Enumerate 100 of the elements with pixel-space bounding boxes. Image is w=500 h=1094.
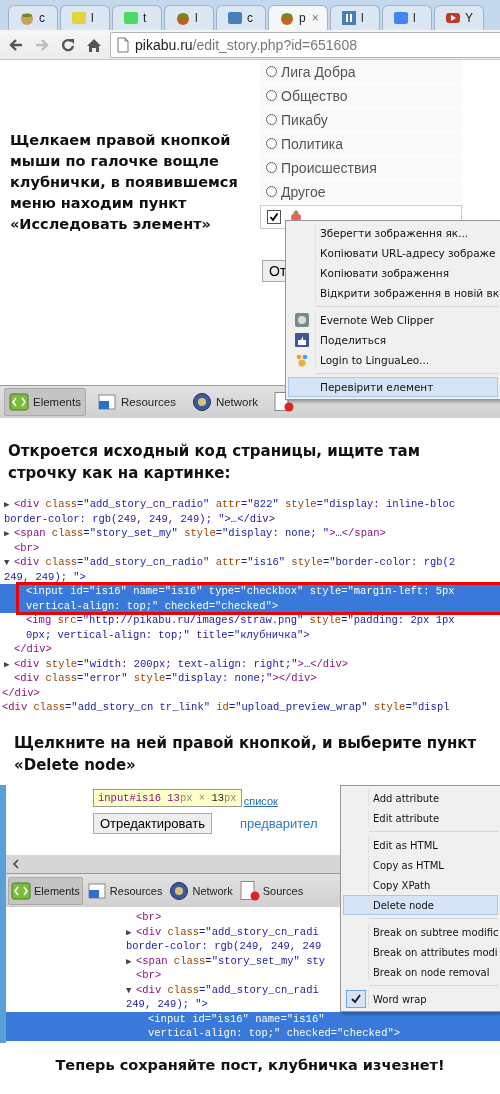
browser-tab[interactable]: t	[112, 5, 162, 30]
checkbox[interactable]	[267, 210, 281, 224]
menu-item[interactable]: Copy XPath	[343, 875, 498, 895]
menu-item[interactable]: Word wrap	[343, 989, 498, 1009]
radio-button[interactable]	[266, 186, 277, 197]
code-line[interactable]: ▼ <div class="add_story_cn_radio" attr="is16" style="border-color: rgb(2	[0, 555, 500, 570]
devtools-tab[interactable]: Elements	[4, 388, 86, 416]
radio-label: Другое	[281, 183, 326, 200]
browser-tab[interactable]: c	[8, 5, 58, 30]
window-icon	[96, 392, 117, 412]
tab-title: c	[39, 11, 45, 25]
menu-item-label: Edit attribute	[372, 812, 440, 824]
code-line[interactable]: <img src="http://pikabu.ru/images/straw.png" style="padding: 2px 1px	[0, 613, 500, 628]
caption: Щелкните на ней правой кнопкой, и выберите пункт «Delete node»	[13, 733, 478, 776]
radio-option[interactable]: Лига Добра	[260, 60, 462, 83]
code-line[interactable]: ▶ <span class="story_set_my" style="display: none; ">…</span>	[0, 526, 500, 541]
menu-item-label: Copy XPath	[372, 879, 431, 891]
menu-item-label: Break on attributes modi	[372, 946, 498, 958]
menu-item-label: Копіювати URL-адресу зображе	[319, 247, 496, 259]
code-line[interactable]: 0px; vertical-align: top;" title="клубничка">	[0, 627, 500, 642]
check-icon	[350, 993, 362, 1005]
browser-tab[interactable]: l	[382, 5, 432, 30]
browser-tab[interactable]: l	[330, 5, 380, 30]
radio-option[interactable]: Другое	[260, 180, 462, 203]
menu-item[interactable]: Copy as HTML	[343, 855, 498, 875]
code-line[interactable]: </div>	[0, 642, 500, 657]
back-arrow-icon	[8, 36, 24, 53]
menu-item[interactable]: Evernote Web Clipper	[288, 310, 498, 330]
menu-item[interactable]: Зберегти зображення як...	[288, 223, 498, 243]
menu-item-label: Login to LinguaLeo...	[319, 354, 430, 366]
square-icon	[227, 10, 243, 26]
radio-button[interactable]	[266, 90, 277, 101]
menu-item-label: Break on subtree modific	[372, 926, 499, 938]
radio-label: Пикабу	[281, 111, 328, 128]
tab-title: l	[91, 11, 94, 25]
menu-item[interactable]: Edit as HTML	[343, 835, 498, 855]
radio-option[interactable]: Политика	[260, 132, 462, 155]
browser-tab[interactable]: p ×	[268, 5, 328, 30]
menu-item[interactable]: Відкрити зображення в новій вк	[288, 283, 498, 303]
menu-item[interactable]: Edit attribute	[343, 808, 498, 828]
element-tooltip: input#is16 13px × 13px	[93, 789, 242, 807]
window-icon	[86, 880, 107, 901]
menu-item[interactable]: Delete node	[343, 895, 498, 915]
code-line[interactable]: 249, 249); ">	[0, 569, 500, 584]
devtools-tab[interactable]: Resources	[83, 876, 166, 905]
pause-icon	[341, 10, 357, 26]
tab-title: p	[299, 11, 306, 25]
menu-item[interactable]: Login to LinguaLeo...	[288, 350, 498, 370]
code-line[interactable]: border-color: rgb(249, 249, 249); ">…</div>	[0, 511, 500, 526]
radio-button[interactable]	[266, 138, 277, 149]
menu-item-label: Add attribute	[372, 792, 440, 804]
menu-item[interactable]: Break on node removal	[343, 962, 498, 982]
code-line[interactable]: <br>	[0, 540, 500, 555]
radio-option[interactable]: Пикабу	[260, 108, 462, 131]
tab-title: l	[195, 11, 198, 25]
scroll-left-icon[interactable]	[12, 859, 20, 869]
code-icon	[11, 880, 31, 901]
radio-option[interactable]: Общество	[260, 84, 462, 107]
devtools-tab[interactable]: Elements	[8, 876, 83, 905]
code-line[interactable]: <div class="error" style="display: none;"></div>	[0, 671, 500, 686]
menu-item[interactable]: Поделиться	[288, 330, 498, 350]
code-line[interactable]: ▶ <div style="width: 200px; text-align: right;">…</div>	[0, 656, 500, 671]
devtools-tab[interactable]: Network	[186, 388, 264, 416]
page-icon	[117, 36, 129, 53]
browser-tab[interactable]: l	[164, 5, 214, 30]
menu-item[interactable]: Break on attributes modi	[343, 942, 498, 962]
caption: Теперь сохраняйте пост, клубничка изчезнет!	[54, 1056, 446, 1073]
browser-tab[interactable]: l	[60, 5, 110, 30]
devtools-tab[interactable]: Network	[166, 876, 236, 905]
radio-label: Лига Добра	[281, 63, 356, 80]
browser-tab[interactable]: Y	[434, 5, 484, 30]
edit-button[interactable]: Отредактировать	[93, 813, 212, 834]
menu-item[interactable]: Копіювати URL-адресу зображе	[288, 243, 498, 263]
preview-link[interactable]: предварител	[240, 816, 318, 831]
radio-option[interactable]: Происшествия	[260, 156, 462, 179]
close-tab-button[interactable]: ×	[311, 11, 319, 25]
menu-item[interactable]: Перевірити елемент	[288, 377, 498, 397]
radio-label: Общество	[281, 87, 348, 104]
document-icon	[239, 880, 260, 901]
code-line[interactable]: <div class="add_story_cn tr_link" id="upload_preview_wrap" style="displ	[0, 700, 500, 715]
list-link[interactable]: список	[243, 795, 278, 807]
menu-item-label: Delete node	[372, 899, 434, 911]
menu-item[interactable]: Add attribute	[343, 788, 498, 808]
radio-button[interactable]	[266, 66, 277, 77]
tab-title: t	[143, 11, 147, 25]
menu-item-label: Копіювати зображення	[319, 267, 449, 279]
menu-item-label: Зберегти зображення як...	[319, 227, 469, 239]
code-line[interactable]: </div>	[0, 685, 500, 700]
paw-icon	[294, 352, 310, 368]
address-field[interactable]: pikabu.ru/edit_story.php?id=651608	[110, 31, 500, 58]
code-line[interactable]: ▶ <div class="add_story_cn_radio" attr="822" style="display: inline-bloc	[0, 497, 500, 512]
tab-label: Elements	[34, 884, 80, 897]
radio-button[interactable]	[266, 114, 277, 125]
radio-label: Политика	[281, 135, 343, 152]
devtools-tab[interactable]: Resources	[91, 388, 181, 416]
caption: Откроется исходный код страницы, ищите там строчку как на картинке:	[7, 441, 421, 484]
devtools-tab[interactable]: Sources	[236, 876, 307, 905]
menu-item[interactable]: Break on subtree modific	[343, 922, 498, 942]
browser-tab[interactable]: c	[216, 5, 266, 30]
radio-button[interactable]	[266, 162, 277, 173]
